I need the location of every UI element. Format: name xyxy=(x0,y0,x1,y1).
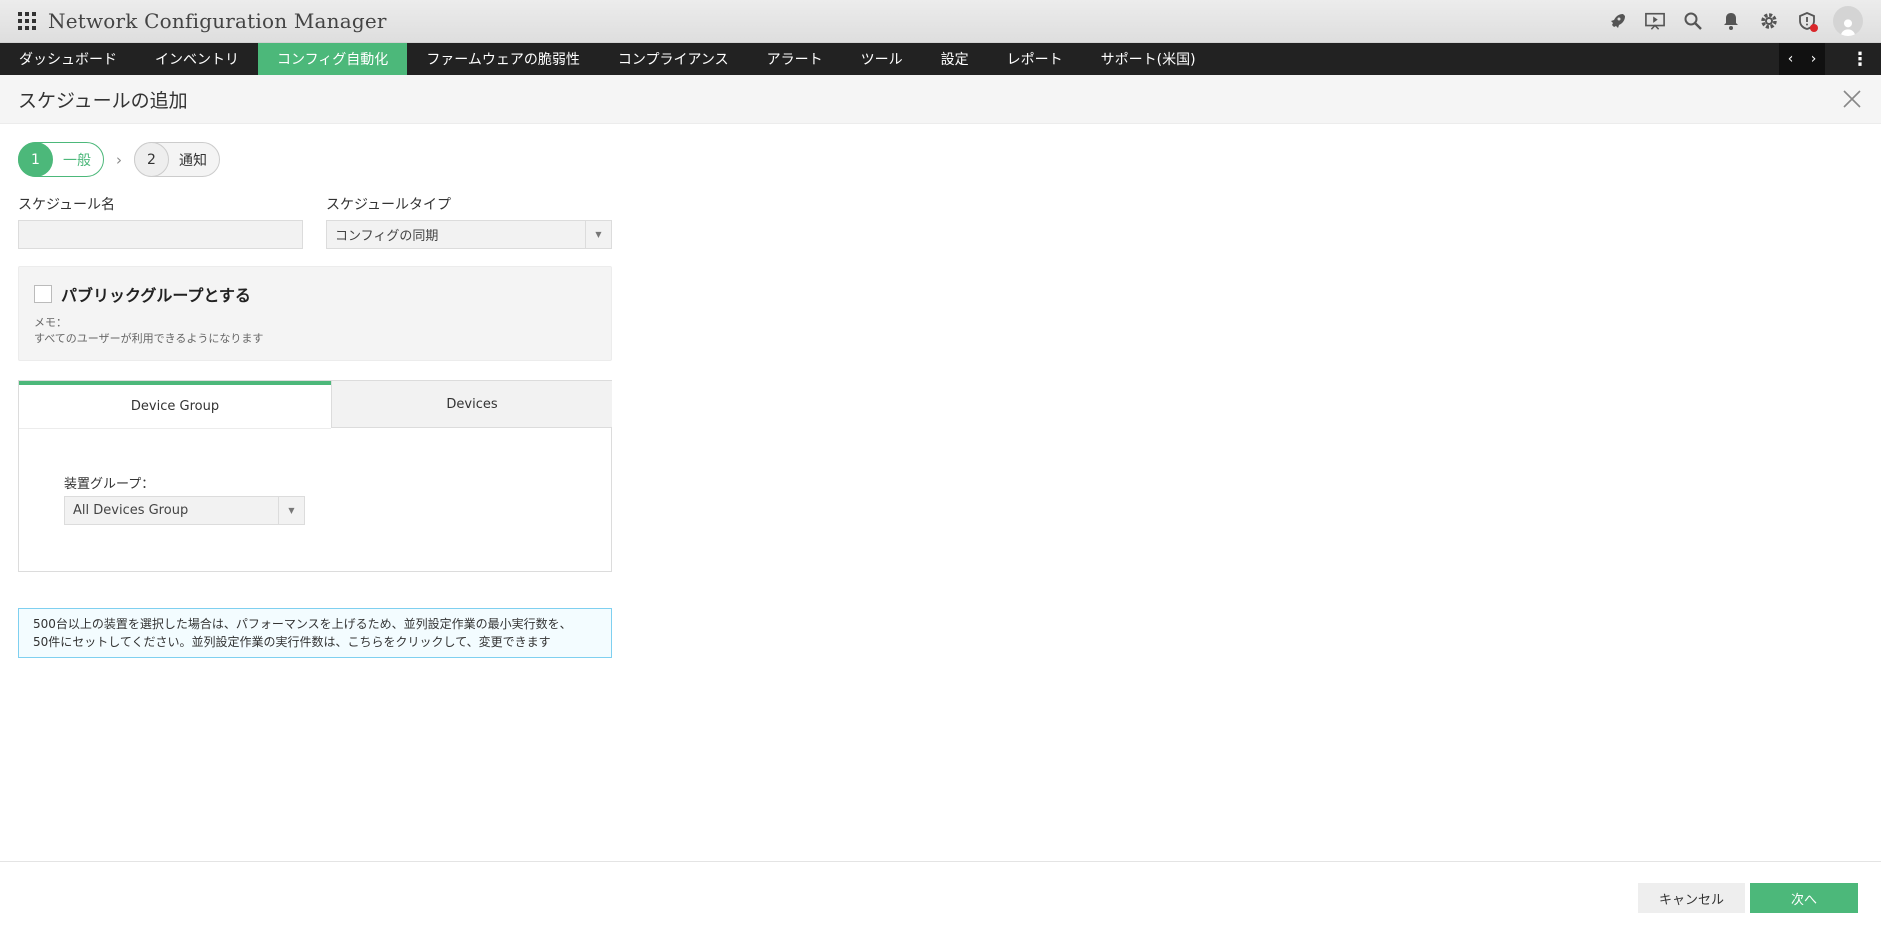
tab-device-group[interactable]: Device Group xyxy=(19,381,331,428)
tab-devices[interactable]: Devices xyxy=(331,381,612,428)
nav-reports[interactable]: レポート xyxy=(988,43,1082,75)
performance-notice: 500台以上の装置を選択した場合は、パフォーマンスを上げるため、並列設定作業の最… xyxy=(18,608,612,658)
notice-line: 500台以上の装置を選択した場合は、パフォーマンスを上げるため、並列設定作業の最… xyxy=(33,617,572,631)
nav-scroll-arrows: ‹ › xyxy=(1779,43,1825,75)
page-header: スケジュールの追加 xyxy=(0,75,1881,124)
nav-dashboard[interactable]: ダッシュボード xyxy=(0,43,136,75)
close-icon[interactable] xyxy=(1841,88,1863,110)
public-group-label: パブリックグループとする xyxy=(61,286,251,305)
gear-icon[interactable] xyxy=(1757,9,1781,33)
nav-alerts[interactable]: アラート xyxy=(748,43,842,75)
public-group-panel: パブリックグループとする メモ： すべてのユーザーが利用できるようになります xyxy=(18,266,612,361)
device-selection-panel: Device Group Devices 装置グループ： All Devices… xyxy=(18,380,612,572)
step-label: 通知 xyxy=(179,152,207,169)
next-button[interactable]: 次へ xyxy=(1750,883,1858,913)
schedule-type-label: スケジュールタイプ xyxy=(326,197,452,213)
device-group-label: 装置グループ： xyxy=(64,477,155,492)
cancel-button[interactable]: キャンセル xyxy=(1638,883,1745,913)
step-label: 一般 xyxy=(63,152,91,169)
main-navbar: ダッシュボード インベントリ コンフィグ自動化 ファームウェアの脆弱性 コンプラ… xyxy=(0,43,1881,75)
chevron-left-icon[interactable]: ‹ xyxy=(1788,51,1794,67)
schedule-name-label: スケジュール名 xyxy=(18,197,116,213)
kebab-menu-icon[interactable]: ⋮ xyxy=(1851,43,1869,75)
schedule-type-select[interactable]: コンフィグの同期 ▼ xyxy=(326,220,612,249)
tab-divider xyxy=(19,428,331,429)
device-group-select[interactable]: All Devices Group ▼ xyxy=(64,496,305,525)
nav-inventory[interactable]: インベントリ xyxy=(136,43,258,75)
memo-note: メモ： すべてのユーザーが利用できるようになります xyxy=(34,315,263,347)
user-avatar[interactable] xyxy=(1833,6,1863,36)
device-group-value: All Devices Group xyxy=(73,503,189,518)
search-icon[interactable] xyxy=(1681,9,1705,33)
notice-link-line[interactable]: 50件にセットしてください。並列設定作業の実行件数は、こちらをクリックして、変更… xyxy=(33,633,597,651)
caret-down-icon: ▼ xyxy=(585,221,611,248)
bell-icon[interactable] xyxy=(1719,9,1743,33)
nav-support[interactable]: サポート(米国) xyxy=(1082,43,1215,75)
presentation-icon[interactable] xyxy=(1643,9,1667,33)
nav-firmware-vulnerability[interactable]: ファームウェアの脆弱性 xyxy=(407,43,599,75)
schedule-type-value: コンフィグの同期 xyxy=(335,229,439,244)
nav-config-automation[interactable]: コンフィグ自動化 xyxy=(258,43,408,75)
caret-down-icon: ▼ xyxy=(278,497,304,524)
chevron-right-icon: › xyxy=(116,150,122,169)
step-number: 1 xyxy=(18,142,53,177)
step-general[interactable]: 1 一般 xyxy=(18,142,104,177)
page-title: スケジュールの追加 xyxy=(18,89,188,112)
app-title: Network Configuration Manager xyxy=(48,9,387,33)
top-header: Network Configuration Manager xyxy=(0,0,1881,43)
memo-text: すべてのユーザーが利用できるようになります xyxy=(34,332,264,345)
nav-settings[interactable]: 設定 xyxy=(922,43,988,75)
header-toolbar xyxy=(1605,6,1863,36)
memo-title: メモ： xyxy=(34,316,67,329)
app-grid-icon[interactable] xyxy=(18,12,36,30)
step-number: 2 xyxy=(134,142,169,177)
footer-divider xyxy=(0,861,1881,862)
chevron-right-icon[interactable]: › xyxy=(1811,51,1817,67)
step-notification[interactable]: 2 通知 xyxy=(134,142,220,177)
schedule-name-input[interactable] xyxy=(18,220,303,249)
rocket-icon[interactable] xyxy=(1605,9,1629,33)
license-alert-icon[interactable] xyxy=(1795,9,1819,33)
wizard-steps: 1 一般 › 2 通知 xyxy=(18,142,220,177)
nav-tools[interactable]: ツール xyxy=(842,43,922,75)
public-group-checkbox[interactable] xyxy=(34,285,52,303)
nav-compliance[interactable]: コンプライアンス xyxy=(599,43,748,75)
alert-badge xyxy=(1810,24,1818,32)
